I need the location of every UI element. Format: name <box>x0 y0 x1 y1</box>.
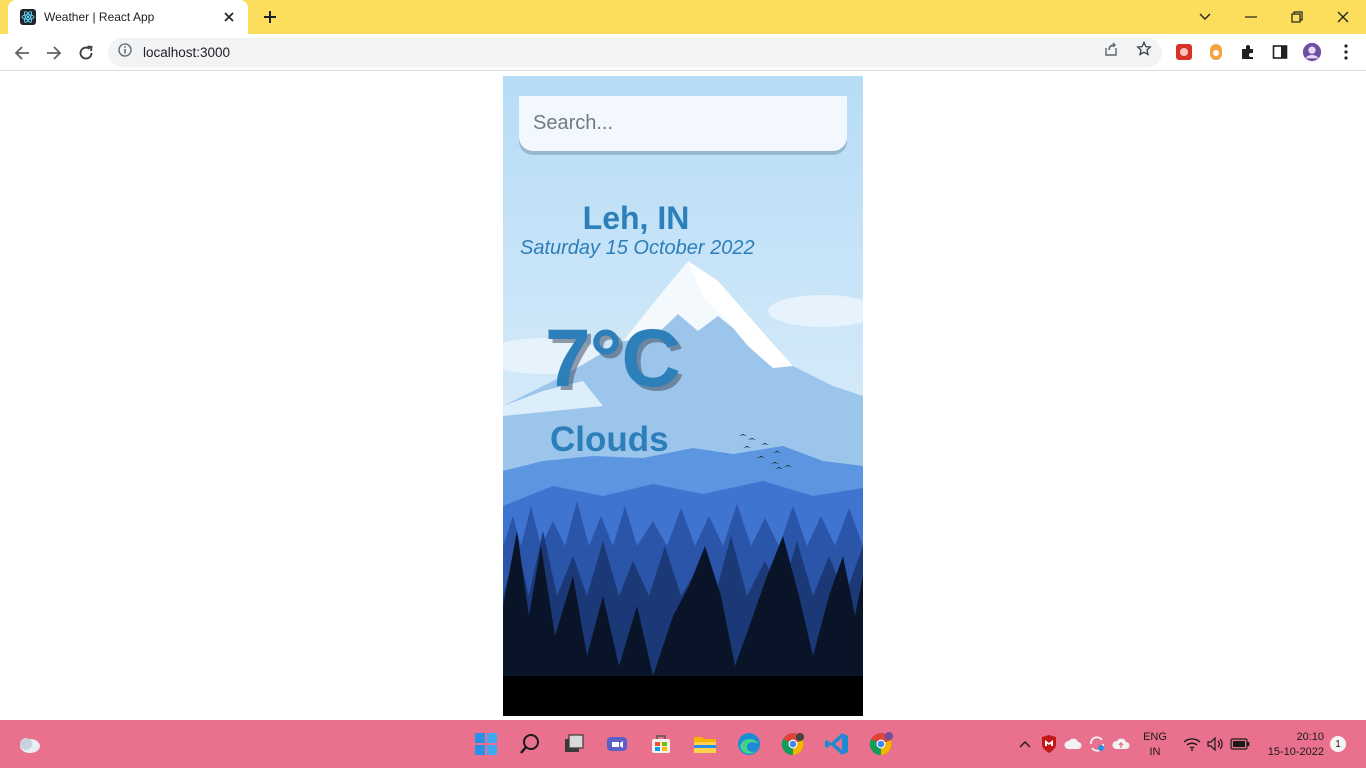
input-language[interactable]: ENG IN <box>1140 730 1170 760</box>
weather-widget-icon[interactable] <box>15 730 43 758</box>
edge-browser-icon[interactable] <box>735 730 763 758</box>
search-input[interactable] <box>519 96 847 151</box>
current-date: Saturday 15 October 2022 <box>520 237 755 259</box>
profile-avatar[interactable] <box>1302 42 1322 62</box>
tab-strip: Weather | React App <box>0 0 1366 34</box>
microsoft-store-icon[interactable] <box>647 730 675 758</box>
vscode-icon[interactable] <box>823 730 851 758</box>
tab-title: Weather | React App <box>44 10 155 24</box>
extension-red-icon[interactable] <box>1174 42 1194 62</box>
site-info-icon[interactable] <box>118 43 132 62</box>
location-name: Leh, IN <box>582 200 690 236</box>
system-clock[interactable]: 20:10 15-10-2022 <box>1258 730 1324 760</box>
share-icon[interactable] <box>1102 40 1120 58</box>
onedrive-cloud-icon[interactable] <box>1063 734 1083 754</box>
browser-tab[interactable]: Weather | React App <box>8 0 248 34</box>
volume-icon[interactable] <box>1206 734 1226 754</box>
wifi-icon[interactable] <box>1182 734 1202 754</box>
minimize-icon[interactable] <box>1237 3 1265 31</box>
extension-orange-icon[interactable] <box>1206 42 1226 62</box>
windows-start-icon[interactable] <box>472 730 500 758</box>
browser-menu-icon[interactable] <box>1336 42 1356 62</box>
address-bar[interactable]: localhost:3000 <box>108 38 1162 67</box>
language-region: IN <box>1149 746 1161 758</box>
show-hidden-icons-chevron[interactable] <box>1015 734 1035 754</box>
extensions-puzzle-icon[interactable] <box>1238 42 1258 62</box>
file-explorer-icon[interactable] <box>691 730 719 758</box>
sync-icon[interactable] <box>1087 734 1107 754</box>
reload-icon[interactable] <box>72 39 100 67</box>
battery-icon[interactable] <box>1230 734 1250 754</box>
cloud-upload-icon[interactable] <box>1111 734 1131 754</box>
clock-time: 20:10 <box>1296 731 1324 743</box>
url-text: localhost:3000 <box>143 45 231 60</box>
close-window-icon[interactable] <box>1329 3 1357 31</box>
teams-chat-icon[interactable] <box>603 730 631 758</box>
close-tab-icon[interactable] <box>220 8 238 26</box>
notification-badge[interactable]: 1 <box>1330 736 1346 752</box>
react-icon <box>20 9 36 25</box>
taskbar: ENG IN 20:10 15-10-2022 <box>0 720 1366 768</box>
chrome-profile-icon[interactable] <box>779 730 807 758</box>
search-icon[interactable] <box>516 730 544 758</box>
back-arrow-icon[interactable] <box>8 39 36 67</box>
side-panel-icon[interactable] <box>1270 42 1290 62</box>
language-code: ENG <box>1143 731 1167 743</box>
task-view-icon[interactable] <box>560 730 588 758</box>
new-tab-icon[interactable] <box>258 5 282 29</box>
clock-date: 15-10-2022 <box>1267 746 1324 758</box>
tab-search-chevron-icon[interactable] <box>1191 3 1219 31</box>
bookmark-star-icon[interactable] <box>1135 40 1153 58</box>
weather-condition: Clouds <box>550 420 669 459</box>
chrome-active-icon[interactable] <box>867 730 895 758</box>
restore-icon[interactable] <box>1283 3 1311 31</box>
weather-app: Leh, IN Saturday 15 October 2022 7°C Clo… <box>503 76 863 716</box>
browser-toolbar: localhost:3000 <box>0 34 1366 71</box>
temperature: 7°C <box>545 313 681 404</box>
mcafee-shield-icon[interactable] <box>1039 734 1059 754</box>
forward-arrow-icon[interactable] <box>40 39 68 67</box>
